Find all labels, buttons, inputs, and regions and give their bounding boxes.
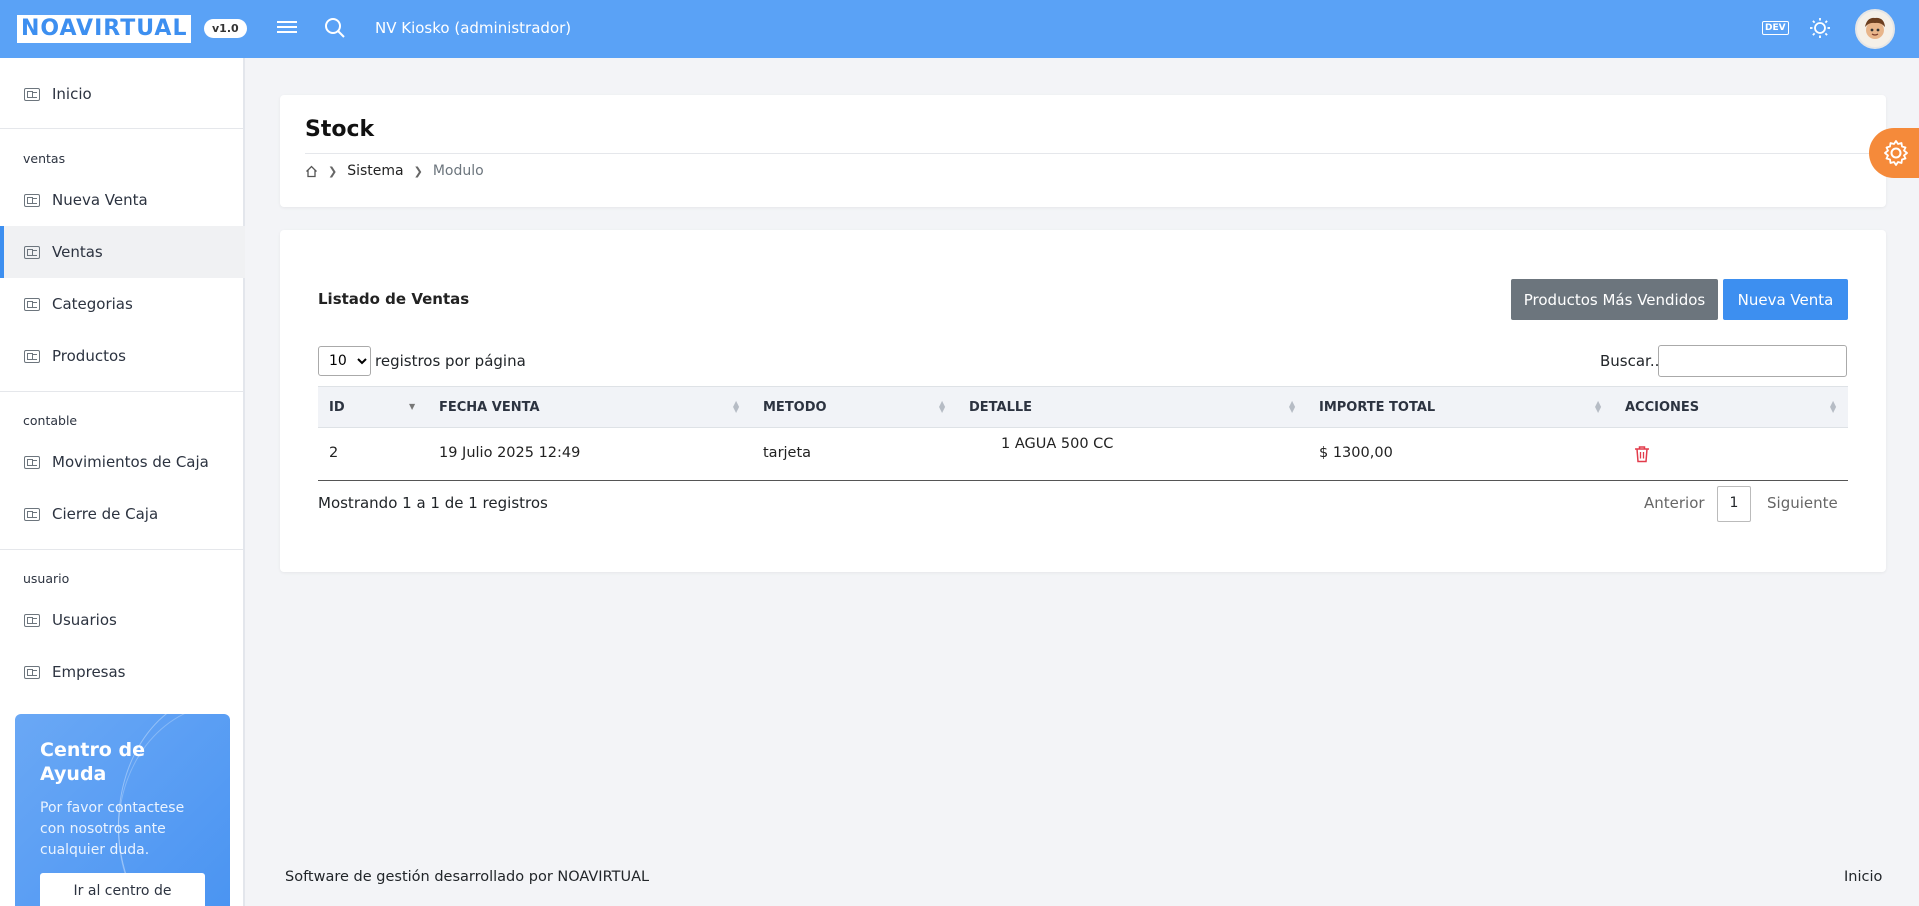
- sidebar-item-label: Categorias: [52, 295, 133, 313]
- pagination-previous[interactable]: Anterior: [1644, 494, 1705, 512]
- breadcrumb-modulo: Modulo: [432, 163, 484, 179]
- version-badge: v1.0: [204, 19, 247, 38]
- col-importe[interactable]: IMPORTE TOTAL: [1319, 400, 1435, 415]
- sort-icon[interactable]: ▲ ▼: [1289, 400, 1295, 414]
- sidebar-item-label: Usuarios: [52, 611, 117, 629]
- sidebar-divider: [0, 549, 243, 550]
- list-title: Listado de Ventas: [318, 290, 470, 308]
- sort-icon[interactable]: ▲ ▼: [733, 400, 739, 414]
- sidebar: Inicio ventas Nueva Venta Ventas Categor…: [0, 58, 245, 906]
- sidebar-item-movimientos[interactable]: Movimientos de Caja: [0, 436, 245, 488]
- col-detalle[interactable]: DETALLE: [969, 400, 1032, 415]
- sidebar-item-label: Inicio: [52, 85, 92, 103]
- logo[interactable]: NOAVIRTUAL: [17, 15, 192, 43]
- search-input[interactable]: [1658, 345, 1847, 377]
- delete-trash-icon[interactable]: [1634, 445, 1650, 463]
- search-label: Buscar...: [1600, 352, 1665, 370]
- page-title: Stock: [305, 117, 375, 142]
- col-id[interactable]: ID: [329, 400, 345, 415]
- col-metodo[interactable]: METODO: [763, 400, 827, 415]
- table-row: 2 19 Julio 2025 12:49 tarjeta 1 AGUA 500…: [318, 428, 1848, 481]
- cell-detalle: 1 AGUA 500 CC: [1001, 436, 1114, 452]
- id-card-icon: [24, 349, 40, 363]
- sidebar-section-usuario: usuario: [23, 571, 70, 586]
- app-title: NV Kiosko (administrador): [375, 19, 572, 37]
- id-card-icon: [24, 297, 40, 311]
- sort-icon[interactable]: ▲ ▼: [939, 400, 945, 414]
- sidebar-section-contable: contable: [23, 413, 78, 428]
- id-card-icon: [24, 507, 40, 521]
- page-size-select[interactable]: 10: [318, 346, 371, 376]
- sidebar-item-empresas[interactable]: Empresas: [0, 646, 245, 698]
- avatar[interactable]: [1855, 9, 1895, 49]
- theme-sun-icon[interactable]: [1809, 17, 1831, 39]
- help-text: Por favor contactese con nosotros ante c…: [40, 800, 185, 858]
- help-center-button[interactable]: Ir al centro de: [40, 873, 205, 906]
- col-fecha[interactable]: FECHA VENTA: [439, 400, 540, 415]
- breadcrumb: ❯ Sistema ❯ Modulo: [305, 163, 484, 179]
- sidebar-divider: [0, 391, 243, 392]
- divider: [305, 153, 1886, 154]
- menu-toggle-icon[interactable]: [277, 18, 297, 38]
- col-acciones[interactable]: ACCIONES: [1625, 400, 1699, 415]
- footer-inicio-link[interactable]: Inicio: [1844, 869, 1882, 885]
- chevron-right-icon: ❯: [328, 164, 338, 178]
- sidebar-item-usuarios[interactable]: Usuarios: [0, 594, 245, 646]
- home-icon[interactable]: [305, 165, 318, 178]
- breadcrumb-sistema[interactable]: Sistema: [347, 163, 403, 179]
- sidebar-item-label: Nueva Venta: [52, 191, 148, 209]
- dev-icon[interactable]: DEV: [1762, 21, 1789, 35]
- id-card-icon: [24, 87, 40, 101]
- cell-importe: $ 1300,00: [1319, 445, 1393, 461]
- cell-metodo: tarjeta: [763, 445, 812, 461]
- sales-list-card: Listado de Ventas Productos Más Vendidos…: [280, 230, 1886, 572]
- sidebar-item-label: Cierre de Caja: [52, 505, 159, 523]
- showing-info: Mostrando 1 a 1 de 1 registros: [318, 494, 548, 512]
- sidebar-item-inicio[interactable]: Inicio: [0, 68, 245, 120]
- sidebar-section-ventas: ventas: [23, 151, 66, 166]
- id-card-icon: [24, 455, 40, 469]
- sidebar-item-categorias[interactable]: Categorias: [0, 278, 245, 330]
- sort-desc-icon[interactable]: ▼: [409, 403, 415, 411]
- sidebar-item-label: Empresas: [52, 663, 126, 681]
- chevron-right-icon: ❯: [413, 164, 423, 178]
- new-sale-button[interactable]: Nueva Venta: [1723, 279, 1848, 320]
- id-card-icon: [24, 613, 40, 627]
- table-header: ID ▼ FECHA VENTA ▲ ▼ METODO ▲ ▼ DETALLE ▲ ▼…: [318, 386, 1848, 428]
- help-title: Centro de Ayuda: [40, 739, 145, 785]
- help-center-card: Centro de Ayuda Por favor contactese con…: [15, 714, 230, 906]
- sidebar-item-label: Ventas: [52, 243, 103, 261]
- sort-icon[interactable]: ▲ ▼: [1595, 400, 1601, 414]
- sidebar-item-cierre[interactable]: Cierre de Caja: [0, 488, 245, 540]
- id-card-icon: [24, 245, 40, 259]
- sidebar-item-nueva-venta[interactable]: Nueva Venta: [0, 174, 245, 226]
- settings-gear-button[interactable]: [1869, 128, 1919, 178]
- sidebar-item-label: Productos: [52, 347, 126, 365]
- sidebar-item-ventas[interactable]: Ventas: [0, 226, 245, 278]
- pagination-page-1[interactable]: 1: [1717, 486, 1751, 522]
- sort-icon[interactable]: ▲ ▼: [1830, 400, 1836, 414]
- top-products-button[interactable]: Productos Más Vendidos: [1511, 279, 1718, 320]
- footer-credit: Software de gestión desarrollado por NOA…: [285, 869, 650, 885]
- cell-fecha: 19 Julio 2025 12:49: [439, 445, 581, 461]
- cell-id: 2: [329, 445, 339, 461]
- id-card-icon: [24, 665, 40, 679]
- gear-icon: [1884, 140, 1908, 166]
- search-icon[interactable]: [324, 17, 346, 39]
- top-header: NOAVIRTUAL v1.0 NV Kiosko (administrador…: [0, 0, 1919, 58]
- id-card-icon: [24, 193, 40, 207]
- sidebar-item-productos[interactable]: Productos: [0, 330, 245, 382]
- page-header-card: Stock ❯ Sistema ❯ Modulo: [280, 95, 1886, 207]
- pagination-next[interactable]: Siguiente: [1767, 494, 1838, 512]
- sidebar-item-label: Movimientos de Caja: [52, 453, 209, 471]
- sidebar-divider: [0, 128, 243, 129]
- page-size-label: registros por página: [375, 352, 526, 370]
